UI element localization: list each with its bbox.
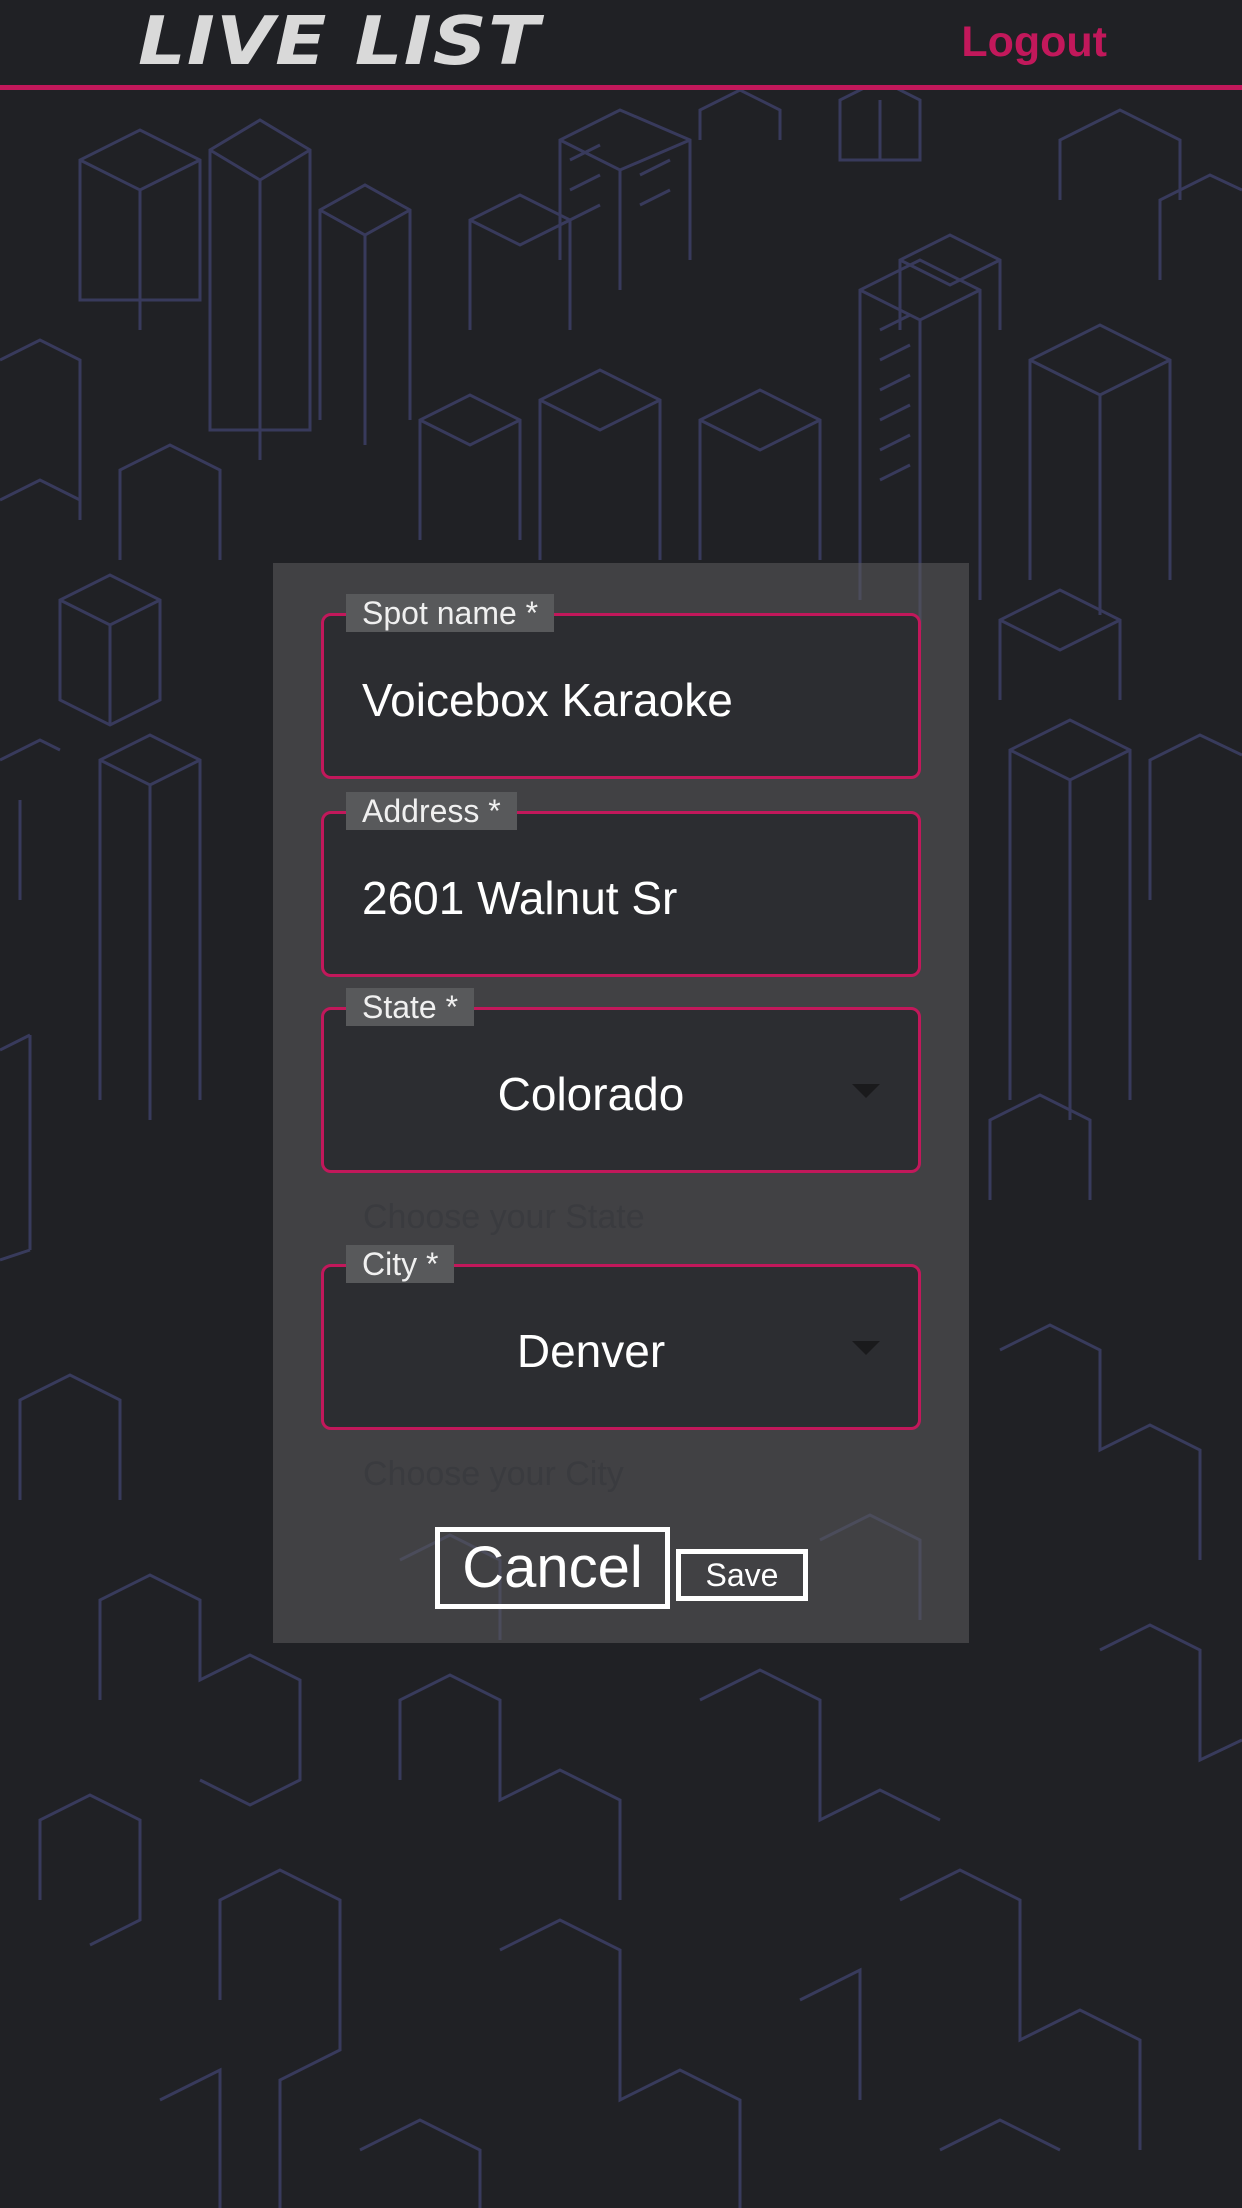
city-select[interactable]: City * Denver bbox=[321, 1245, 921, 1430]
edit-spot-form: Spot name * Voicebox Karaoke Address * 2… bbox=[273, 563, 969, 1643]
save-button[interactable]: Save bbox=[676, 1549, 808, 1601]
address-field[interactable]: Address * 2601 Walnut Sr bbox=[321, 792, 921, 977]
cancel-button[interactable]: Cancel bbox=[435, 1527, 670, 1609]
address-input[interactable]: 2601 Walnut Sr bbox=[362, 870, 898, 926]
chevron-down-icon[interactable] bbox=[852, 1341, 880, 1355]
state-helper-text: Choose your State bbox=[363, 1198, 645, 1236]
city-helper-text: Choose your City bbox=[363, 1455, 624, 1493]
top-app-bar: LIVE LIST Logout bbox=[0, 0, 1242, 90]
state-label: State * bbox=[346, 988, 475, 1026]
city-label: City * bbox=[346, 1245, 455, 1283]
logout-link[interactable]: Logout bbox=[961, 18, 1107, 67]
state-selected-value[interactable]: Colorado bbox=[324, 1066, 858, 1122]
chevron-down-icon[interactable] bbox=[852, 1084, 880, 1098]
spot-name-label: Spot name * bbox=[346, 594, 555, 632]
spot-name-field[interactable]: Spot name * Voicebox Karaoke bbox=[321, 594, 921, 779]
app-logo: LIVE LIST bbox=[138, 2, 541, 80]
state-select[interactable]: State * Colorado bbox=[321, 988, 921, 1173]
city-selected-value[interactable]: Denver bbox=[324, 1323, 858, 1379]
spot-name-input[interactable]: Voicebox Karaoke bbox=[362, 672, 898, 728]
address-label: Address * bbox=[346, 792, 517, 830]
